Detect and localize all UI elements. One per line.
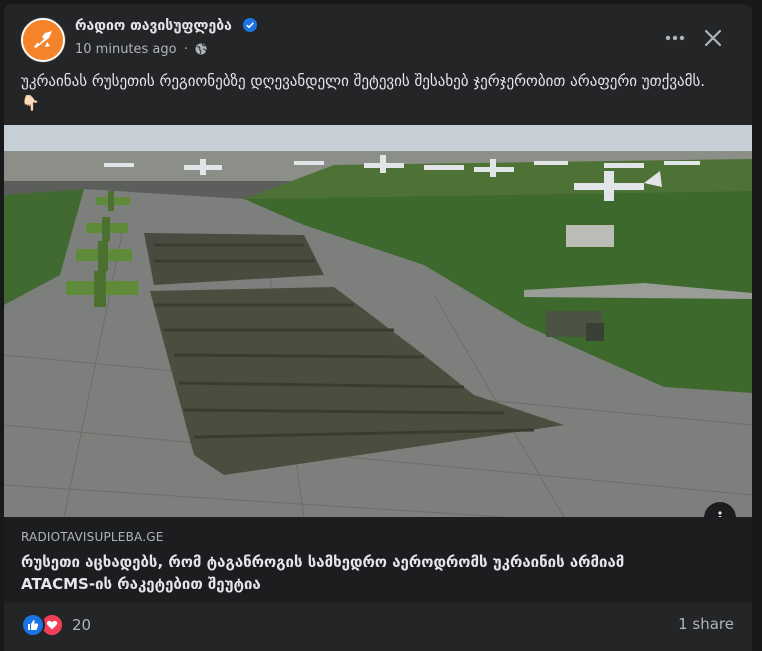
globe-icon[interactable]	[195, 43, 207, 55]
link-preview[interactable]: RADIOTAVISUPLEBA.GE რუსეთი აცხადებს, რომ…	[4, 517, 752, 603]
post-photo[interactable]	[4, 125, 752, 517]
radio-liberty-logo-icon	[23, 20, 63, 60]
close-icon	[704, 29, 722, 47]
link-domain: RADIOTAVISUPLEBA.GE	[21, 530, 164, 544]
page-name: რადიო თავისუფლება	[75, 18, 232, 34]
verified-badge-icon	[242, 18, 257, 32]
feed-post: რადიო თავისუფლება 10 minutes ago · უკრაი…	[4, 4, 752, 651]
like-reaction-icon	[21, 613, 45, 637]
post-timestamp[interactable]: 10 minutes ago	[75, 42, 177, 57]
page-name-link[interactable]: რადიო თავისუფლება	[75, 18, 257, 34]
post-caption: უკრაინას რუსეთის რეგიონებზე დღევანდელი შ…	[21, 72, 706, 112]
more-options-icon	[665, 35, 685, 41]
reactions-summary[interactable]: 20	[21, 613, 91, 637]
airfield-photo	[4, 125, 752, 517]
link-title: რუსეთი აცხადებს, რომ ტაგანროგის სამხედრო…	[21, 553, 625, 593]
more-options-button[interactable]	[659, 22, 691, 54]
close-button[interactable]	[697, 22, 729, 54]
shares-count[interactable]: 1 share	[678, 615, 734, 633]
post-meta: 10 minutes ago ·	[75, 42, 207, 57]
reaction-count: 20	[72, 616, 92, 634]
page-avatar[interactable]	[21, 18, 65, 62]
meta-separator: ·	[183, 42, 188, 57]
